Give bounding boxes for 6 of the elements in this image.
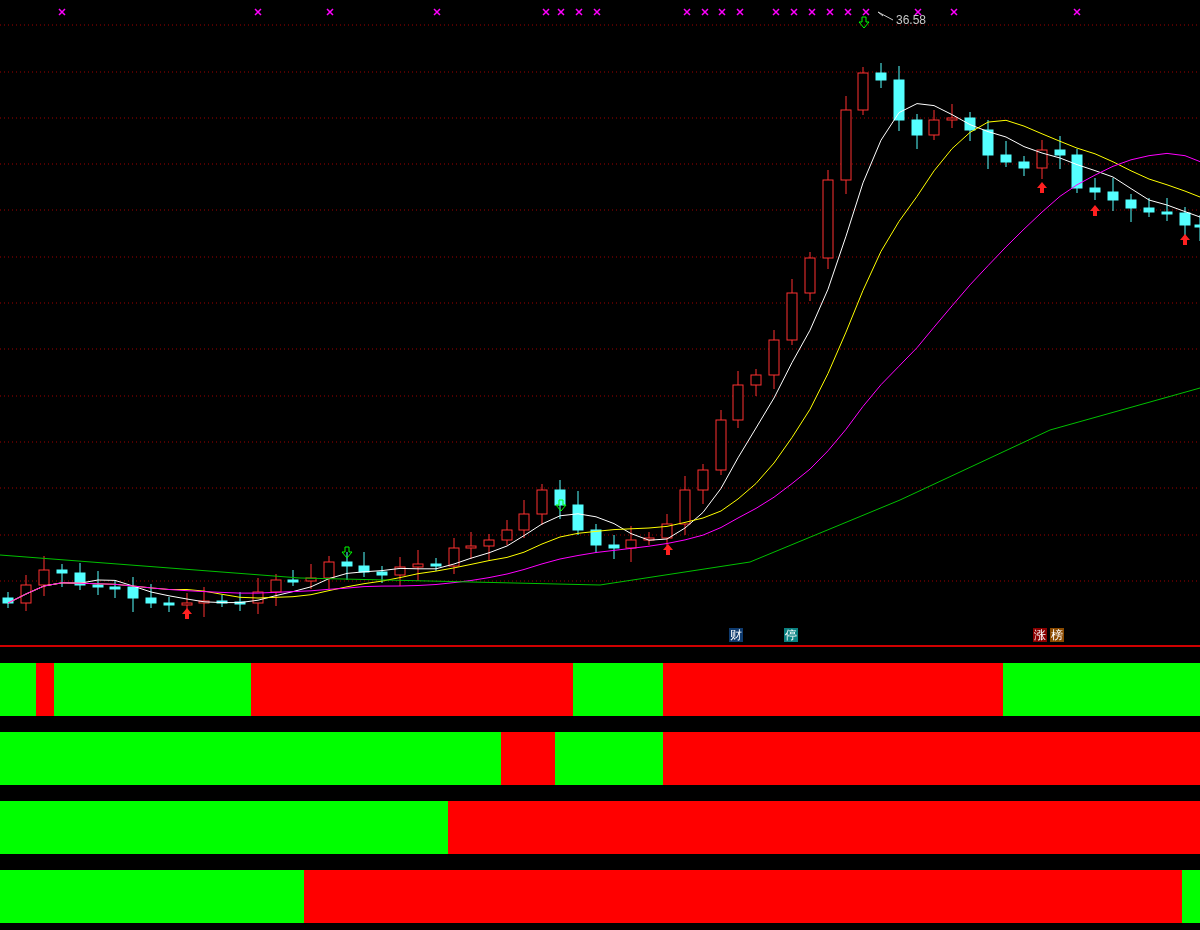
price-label: 36.58: [896, 13, 927, 27]
tag-badge: 榜: [1050, 628, 1064, 642]
tag-badge: 财: [729, 628, 743, 642]
tag-badge: 停: [784, 628, 798, 642]
tag-badge: 涨: [1033, 628, 1047, 642]
leader-line: [877, 11, 894, 21]
